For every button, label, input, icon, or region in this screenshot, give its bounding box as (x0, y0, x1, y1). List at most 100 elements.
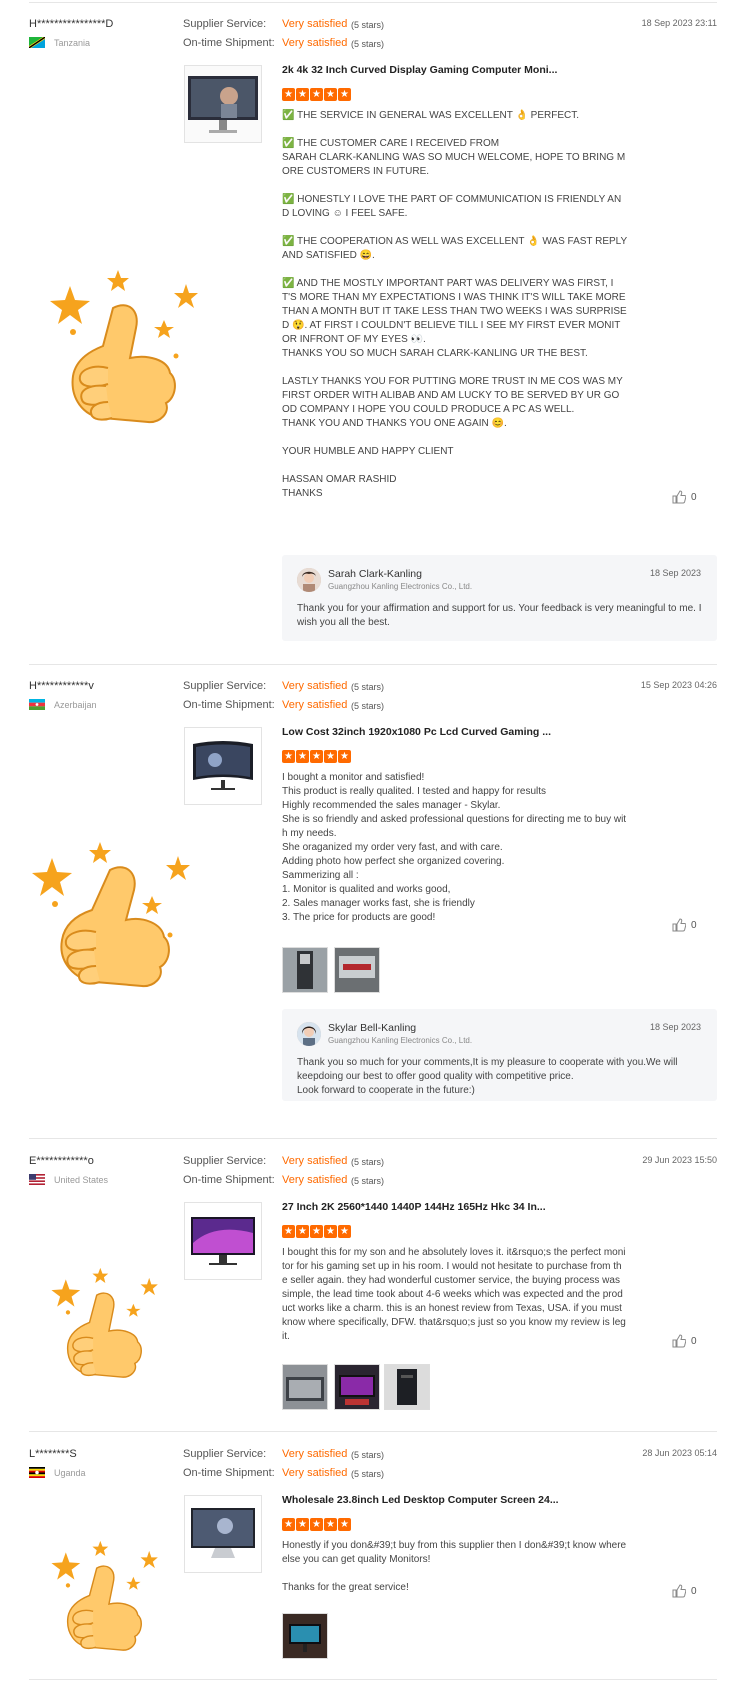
product-thumbnail[interactable] (184, 727, 262, 805)
product-rating-stars: ★ ★ ★ ★ ★ (282, 1225, 351, 1238)
product-title-link[interactable]: Low Cost 32inch 1920x1080 Pc Lcd Curved … (282, 726, 551, 738)
country-name: Tanzania (54, 37, 91, 48)
supplier-reply: Skylar Bell-Kanling Guangzhou Kanling El… (282, 1009, 717, 1101)
star-icon: ★ (296, 750, 309, 763)
ontime-shipment-stars: (5 stars) (351, 39, 385, 49)
reviewer-country: Azerbaijan (29, 699, 97, 710)
reply-date: 18 Sep 2023 (649, 1022, 701, 1032)
ontime-shipment-rating: Very satisfied (282, 1467, 348, 1479)
thumbs-up-sticker (50, 1538, 165, 1668)
supplier-service-label: Supplier Service: (183, 1155, 267, 1167)
thumbs-up-icon (672, 1334, 686, 1348)
flag-uganda-icon (29, 1467, 45, 1478)
supplier-service-label: Supplier Service: (183, 18, 267, 30)
supplier-service-stars: (5 stars) (351, 682, 385, 692)
review-date: 15 Sep 2023 04:26 (640, 680, 717, 690)
star-icon: ★ (296, 1518, 309, 1531)
product-rating-stars: ★ ★ ★ ★ ★ (282, 1518, 351, 1531)
product-title-link[interactable]: 2k 4k 32 Inch Curved Display Gaming Comp… (282, 64, 557, 76)
like-count: 0 (691, 919, 697, 931)
country-name: Uganda (54, 1467, 86, 1478)
product-thumbnail[interactable] (184, 1202, 262, 1280)
like-count: 0 (691, 1585, 697, 1597)
review-text: I bought this for my son and he absolute… (282, 1247, 626, 1342)
like-button[interactable]: 0 (672, 1584, 697, 1598)
supplier-service-label: Supplier Service: (183, 1448, 267, 1460)
thumbs-up-sticker (50, 1265, 165, 1395)
product-title-link[interactable]: Wholesale 23.8inch Led Desktop Computer … (282, 1494, 559, 1506)
divider (29, 1679, 717, 1680)
supplier-service-rating: Very satisfied (282, 1155, 348, 1167)
supplier-service-rating: Very satisfied (282, 1448, 348, 1460)
product-title-link[interactable]: 27 Inch 2K 2560*1440 1440P 144Hz 165Hz H… (282, 1201, 546, 1213)
like-count: 0 (691, 1335, 697, 1347)
flag-united-states-icon (29, 1174, 45, 1185)
reply-text: Thank you so much for your comments,It i… (297, 1057, 678, 1096)
thumbs-up-icon (672, 918, 686, 932)
star-icon: ★ (310, 88, 323, 101)
product-rating-stars: ★ ★ ★ ★ ★ (282, 88, 351, 101)
reviewer-name: H****************D (29, 18, 114, 30)
like-count: 0 (691, 491, 697, 503)
thumbs-up-sticker (30, 840, 190, 1015)
ontime-shipment-label: On-time Shipment: (183, 1467, 275, 1479)
review-date: 29 Jun 2023 15:50 (642, 1155, 717, 1165)
like-button[interactable]: 0 (672, 1334, 697, 1348)
ontime-shipment-stars: (5 stars) (351, 701, 385, 711)
product-rating-stars: ★ ★ ★ ★ ★ (282, 750, 351, 763)
star-icon: ★ (338, 1518, 351, 1531)
divider (29, 2, 717, 3)
review-text: Honestly if you don&#39;t buy from this … (282, 1540, 627, 1593)
star-icon: ★ (324, 1225, 337, 1238)
ontime-shipment-rating: Very satisfied (282, 37, 348, 49)
reviewer-name: L********S (29, 1448, 77, 1460)
star-icon: ★ (324, 1518, 337, 1531)
ontime-shipment-rating: Very satisfied (282, 1174, 348, 1186)
star-icon: ★ (296, 88, 309, 101)
ontime-shipment-label: On-time Shipment: (183, 37, 275, 49)
reviewer-country: United States (29, 1174, 108, 1185)
star-icon: ★ (282, 1518, 295, 1531)
star-icon: ★ (324, 750, 337, 763)
review-photo[interactable] (282, 1364, 328, 1410)
thumbs-up-icon (672, 1584, 686, 1598)
flag-tanzania-icon (29, 37, 45, 48)
star-icon: ★ (338, 750, 351, 763)
star-icon: ★ (282, 750, 295, 763)
avatar (297, 568, 321, 592)
supplier-service-stars: (5 stars) (351, 1450, 385, 1460)
review-photo[interactable] (282, 947, 328, 993)
star-icon: ★ (296, 1225, 309, 1238)
review-text: I bought a monitor and satisfied! This p… (282, 772, 627, 923)
supplier-service-rating: Very satisfied (282, 680, 348, 692)
flag-azerbaijan-icon (29, 699, 45, 710)
review-photo[interactable] (334, 1364, 380, 1410)
country-name: United States (54, 1174, 109, 1185)
reply-date: 18 Sep 2023 (649, 568, 701, 578)
product-thumbnail[interactable] (184, 1495, 262, 1573)
reviewer-country: Tanzania (29, 37, 90, 48)
review-text: ✅ THE SERVICE IN GENERAL WAS EXCELLENT 👌… (282, 110, 627, 499)
country-name: Azerbaijan (54, 699, 97, 710)
star-icon: ★ (310, 1225, 323, 1238)
review-photo[interactable] (334, 947, 380, 993)
supplier-service-rating: Very satisfied (282, 18, 348, 30)
reviewer-country: Uganda (29, 1467, 86, 1478)
ontime-shipment-label: On-time Shipment: (183, 699, 275, 711)
review-photo[interactable] (282, 1613, 328, 1659)
star-icon: ★ (310, 750, 323, 763)
thumbs-up-icon (672, 490, 686, 504)
ontime-shipment-label: On-time Shipment: (183, 1174, 275, 1186)
supplier-service-label: Supplier Service: (183, 680, 267, 692)
ontime-shipment-rating: Very satisfied (282, 699, 348, 711)
avatar (297, 1022, 321, 1046)
divider (29, 1138, 717, 1139)
reviewer-name: H************v (29, 680, 94, 692)
like-button[interactable]: 0 (672, 490, 697, 504)
review-date: 28 Jun 2023 05:14 (642, 1448, 717, 1458)
like-button[interactable]: 0 (672, 918, 697, 932)
product-thumbnail[interactable] (184, 65, 262, 143)
review-photo[interactable] (384, 1364, 430, 1410)
reply-company: Guangzhou Kanling Electronics Co., Ltd. (328, 582, 473, 591)
reply-author: Skylar Bell-Kanling (328, 1022, 417, 1034)
